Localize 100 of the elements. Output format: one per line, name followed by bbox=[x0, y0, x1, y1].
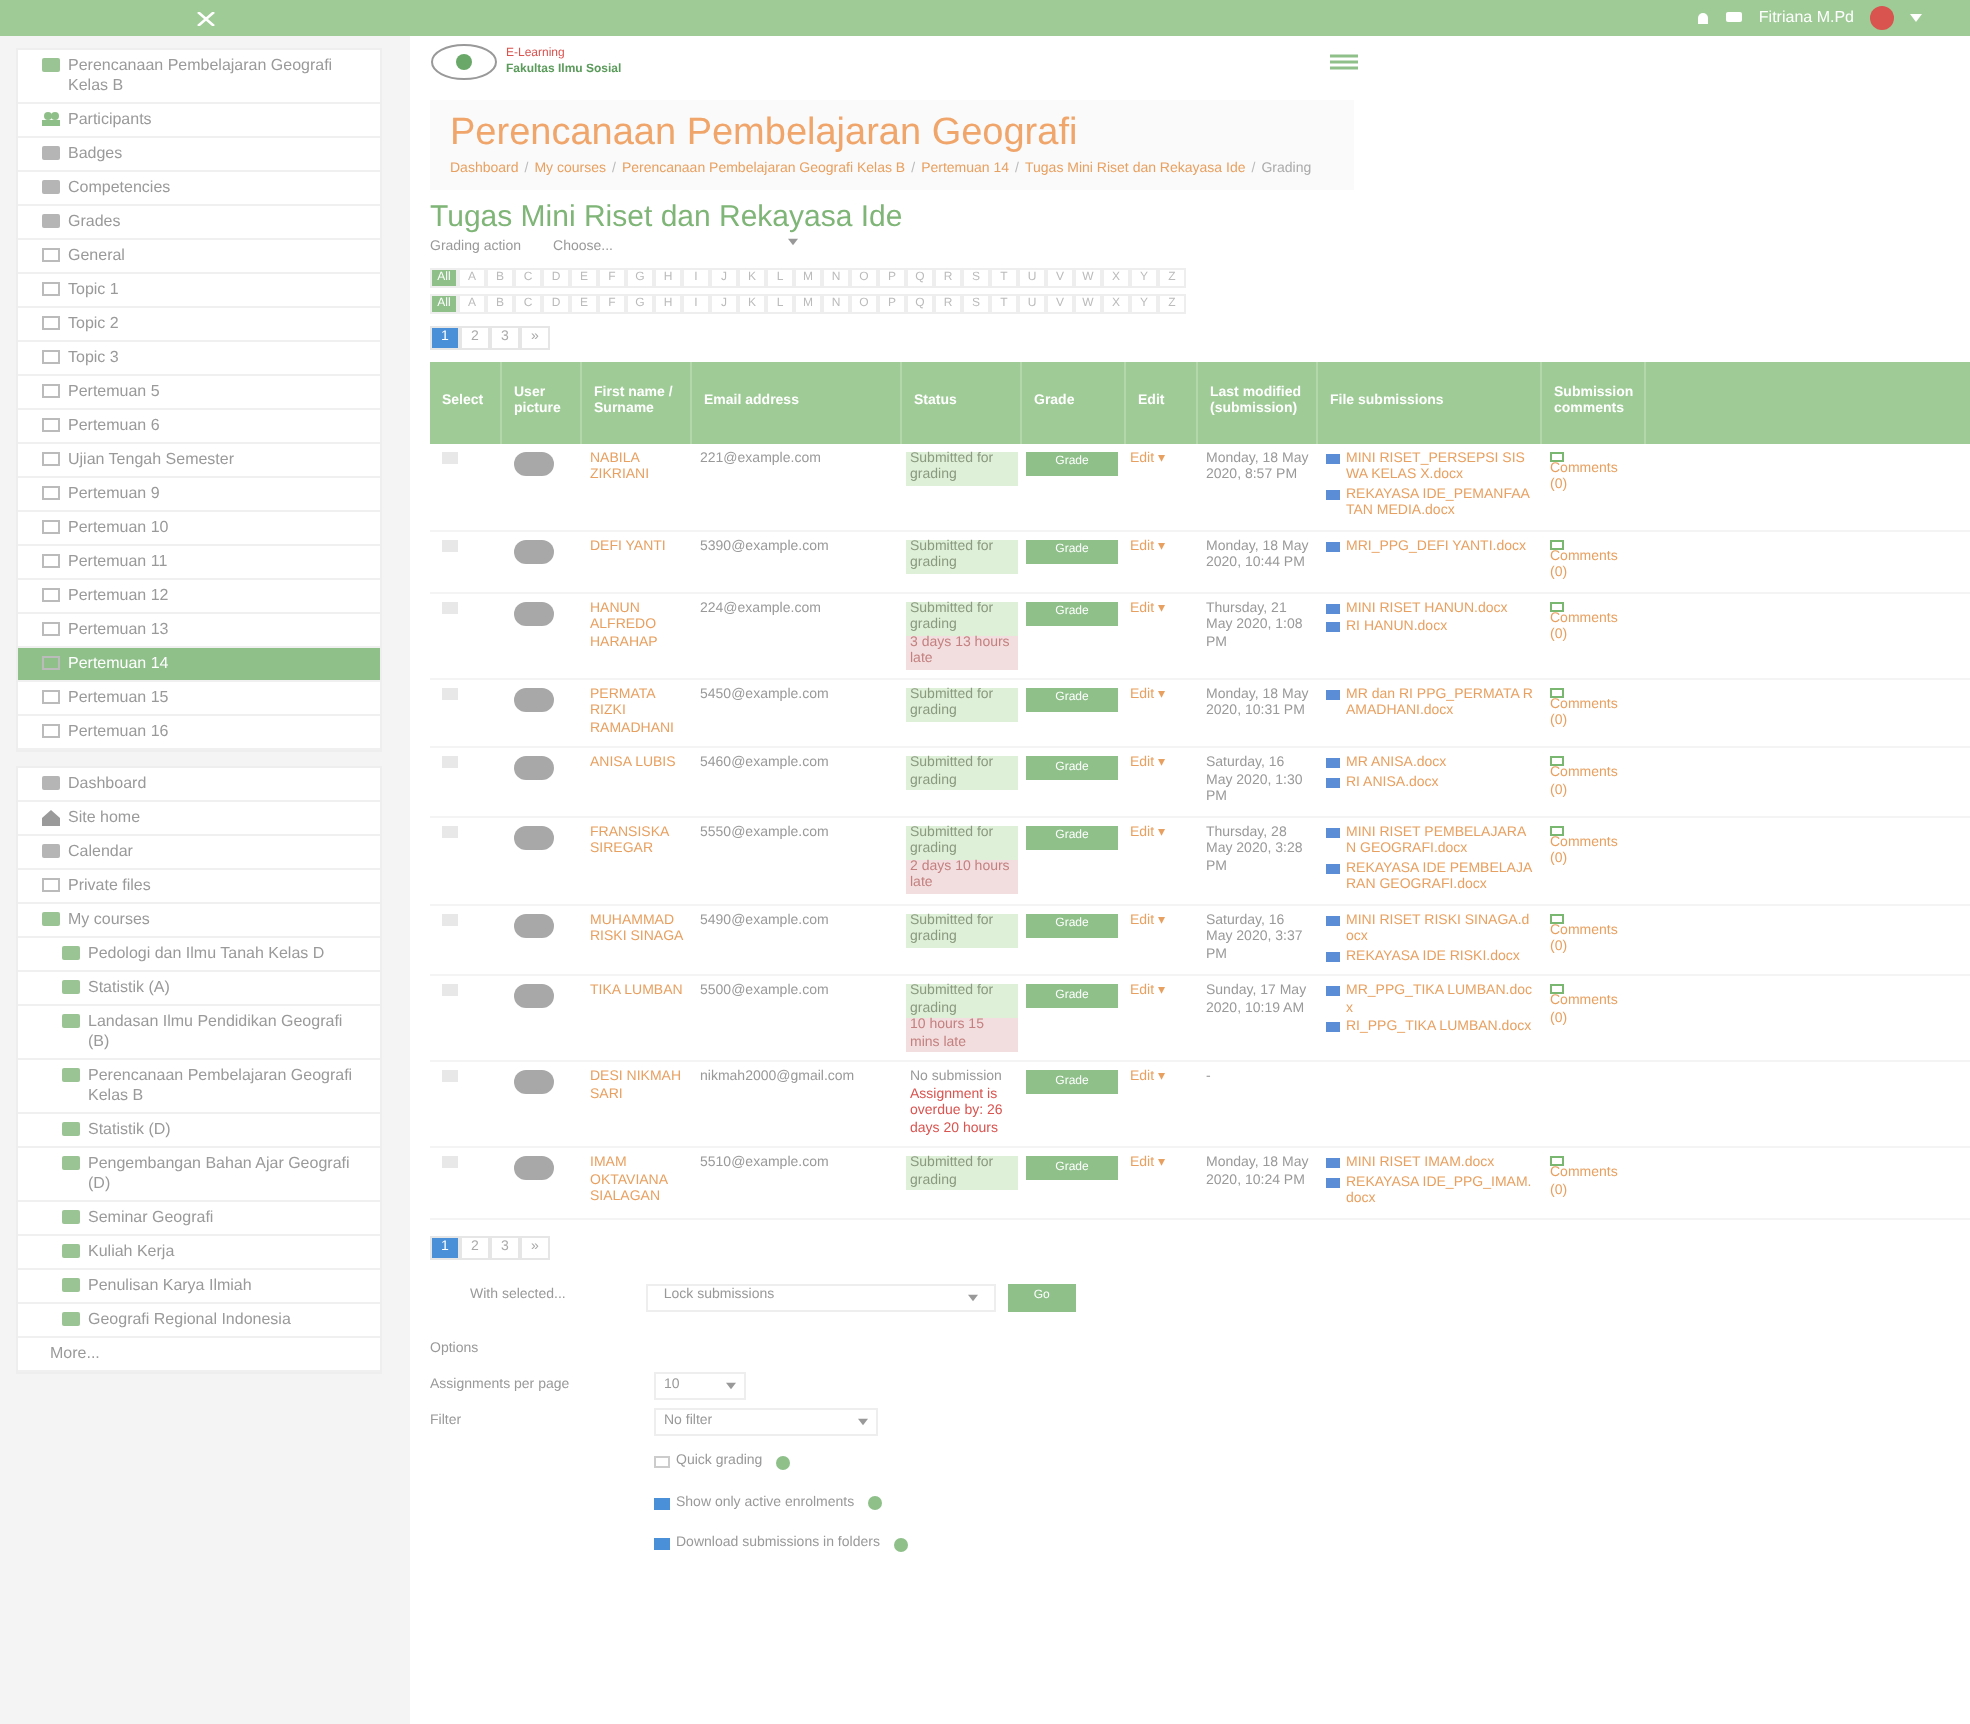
menu-item-icon bbox=[42, 214, 60, 228]
user-picture bbox=[514, 601, 554, 625]
assignment-title: Tugas Mini Riset dan Rekayasa Ide bbox=[430, 200, 905, 236]
user-name[interactable]: Fitriana M.Pd bbox=[1758, 6, 1854, 30]
folder-icon bbox=[42, 350, 60, 364]
sidebar-item[interactable]: Grades bbox=[18, 206, 380, 240]
comment-icon bbox=[1550, 984, 1564, 994]
caret-icon bbox=[858, 1418, 868, 1426]
document-icon bbox=[1326, 915, 1340, 925]
folder-icon bbox=[42, 656, 60, 670]
sidebar-item[interactable]: Pengembangan Bahan Ajar Geografi (D) bbox=[18, 1148, 380, 1202]
comment-icon bbox=[1550, 1156, 1564, 1166]
sidebar-item[interactable]: Seminar Geografi bbox=[18, 1202, 380, 1236]
user-picture bbox=[514, 539, 554, 563]
document-icon bbox=[1326, 453, 1340, 463]
menu-item-icon bbox=[42, 776, 60, 790]
sidebar-item[interactable]: Badges bbox=[18, 138, 380, 172]
sidebar-item[interactable]: Topic 2 bbox=[18, 308, 380, 342]
user-picture bbox=[514, 756, 554, 780]
document-icon bbox=[1326, 489, 1340, 499]
sidebar-item[interactable]: Statistik (A) bbox=[18, 972, 380, 1006]
option-checkbox[interactable] bbox=[654, 1456, 670, 1469]
sidebar-item[interactable]: General bbox=[18, 240, 380, 274]
document-icon bbox=[1326, 1022, 1340, 1032]
user-picture bbox=[514, 1156, 554, 1180]
caret-icon bbox=[967, 1293, 978, 1301]
people-icon bbox=[42, 112, 60, 126]
comment-icon bbox=[1550, 601, 1564, 611]
sidebar-item[interactable]: Pertemuan 6 bbox=[18, 410, 380, 444]
folder-icon bbox=[42, 418, 60, 432]
sidebar-item[interactable]: Pertemuan 5 bbox=[18, 376, 380, 410]
sidebar-item[interactable]: Kuliah Kerja bbox=[18, 1236, 380, 1270]
sidebar-item[interactable]: Topic 3 bbox=[18, 342, 380, 376]
comment-icon bbox=[1550, 913, 1564, 923]
menu-icon[interactable] bbox=[1330, 54, 1358, 70]
sidebar-item[interactable]: Site home bbox=[18, 802, 380, 836]
user-picture bbox=[514, 825, 554, 849]
user-picture bbox=[514, 687, 554, 711]
option-checkbox[interactable] bbox=[654, 1497, 670, 1510]
menu-item-icon bbox=[42, 180, 60, 194]
sidebar-item[interactable]: Calendar bbox=[18, 836, 380, 870]
sidebar-item[interactable]: Perencanaan Pembelajaran Geografi Kelas B bbox=[18, 1060, 380, 1114]
sidebar-item[interactable]: Participants bbox=[18, 104, 380, 138]
caret-icon bbox=[726, 1382, 736, 1390]
sidebar-item[interactable]: More... bbox=[18, 1338, 380, 1372]
user-picture bbox=[514, 913, 554, 937]
folder-icon bbox=[42, 622, 60, 636]
close-icon[interactable] bbox=[195, 11, 215, 25]
document-icon bbox=[1326, 689, 1340, 699]
folder-icon bbox=[42, 878, 60, 892]
sidebar-item[interactable]: Private files bbox=[18, 870, 380, 904]
help-icon[interactable] bbox=[868, 1496, 883, 1511]
sidebar-item[interactable]: Penulisan Karya Ilmiah bbox=[18, 1270, 380, 1304]
user-picture bbox=[514, 1070, 554, 1094]
sidebar-item[interactable]: Perencanaan Pembelajaran Geografi Kelas B bbox=[18, 50, 380, 104]
document-icon bbox=[1326, 827, 1340, 837]
user-avatar[interactable] bbox=[1870, 6, 1894, 30]
bell-icon[interactable] bbox=[1696, 11, 1711, 25]
sidebar-item[interactable]: Ujian Tengah Semester bbox=[18, 444, 380, 478]
sidebar-item[interactable]: Pertemuan 10 bbox=[18, 512, 380, 546]
course-title: Perencanaan Pembelajaran Geografi bbox=[450, 112, 1080, 156]
help-icon[interactable] bbox=[893, 1537, 908, 1552]
folder-icon bbox=[42, 384, 60, 398]
sidebar-item[interactable]: Landasan Ilmu Pendidikan Geografi (B) bbox=[18, 1006, 380, 1060]
sidebar-item[interactable]: Pertemuan 12 bbox=[18, 580, 380, 614]
sidebar-item[interactable]: Dashboard bbox=[18, 768, 380, 802]
sidebar-item[interactable]: Pertemuan 9 bbox=[18, 478, 380, 512]
sidebar-item[interactable]: Topic 1 bbox=[18, 274, 380, 308]
caret-icon bbox=[787, 238, 798, 246]
comment-icon bbox=[1550, 756, 1564, 766]
sidebar-item[interactable]: Competencies bbox=[18, 172, 380, 206]
folder-icon bbox=[42, 690, 60, 704]
sidebar-item[interactable]: Statistik (D) bbox=[18, 1114, 380, 1148]
sidebar-item[interactable]: My courses bbox=[18, 904, 380, 938]
folder-icon bbox=[42, 316, 60, 330]
folder-icon bbox=[42, 486, 60, 500]
sidebar-item[interactable]: Pertemuan 16 bbox=[18, 716, 380, 750]
sidebar-item[interactable]: Pertemuan 15 bbox=[18, 682, 380, 716]
help-icon[interactable] bbox=[776, 1455, 791, 1470]
menu-item-icon bbox=[42, 844, 60, 858]
document-icon bbox=[1326, 986, 1340, 996]
folder-icon bbox=[42, 554, 60, 568]
menu-item-icon bbox=[42, 146, 60, 160]
comment-icon bbox=[1550, 825, 1564, 835]
logo-icon bbox=[430, 44, 498, 80]
user-picture bbox=[514, 451, 554, 475]
caret-icon[interactable] bbox=[1910, 14, 1922, 22]
sidebar-item[interactable]: Pedologi dan Ilmu Tanah Kelas D bbox=[18, 938, 380, 972]
folder-icon bbox=[42, 248, 60, 262]
sidebar-item[interactable]: Pertemuan 11 bbox=[18, 546, 380, 580]
comment-icon bbox=[1550, 539, 1564, 549]
sidebar-item[interactable]: Geografi Regional Indonesia bbox=[18, 1304, 380, 1338]
comment-icon bbox=[1550, 687, 1564, 697]
folder-icon bbox=[42, 282, 60, 296]
option-checkbox[interactable] bbox=[654, 1538, 670, 1551]
folder-icon bbox=[42, 452, 60, 466]
chat-icon[interactable] bbox=[1726, 11, 1743, 25]
comment-icon bbox=[1550, 451, 1564, 461]
sidebar-item[interactable]: Pertemuan 14 bbox=[18, 648, 380, 682]
folder-icon bbox=[42, 724, 60, 738]
